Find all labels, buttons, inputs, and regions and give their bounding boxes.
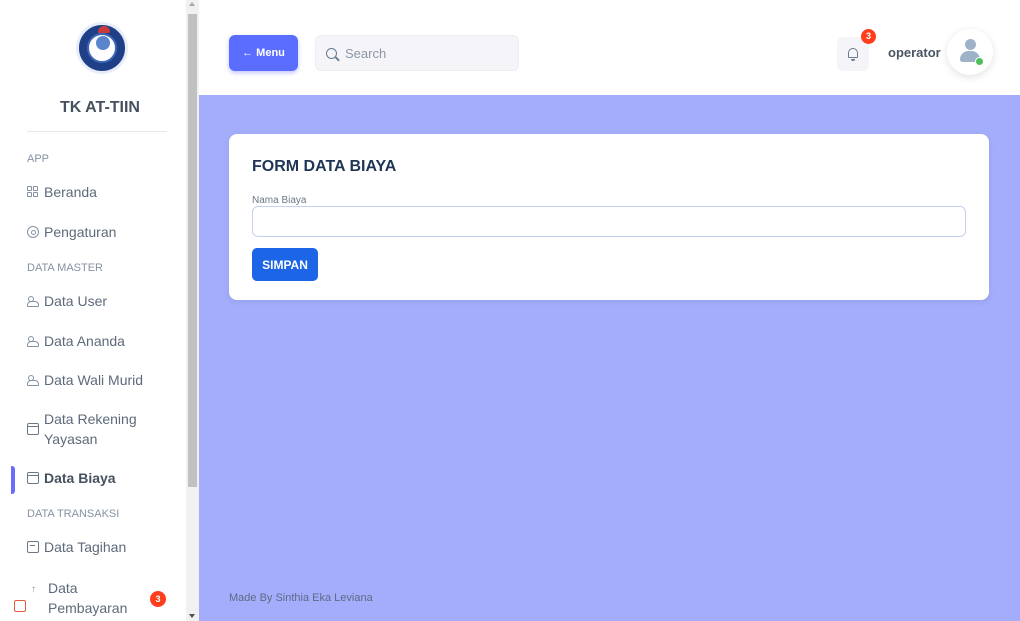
card-icon	[27, 423, 39, 435]
sidebar-item-data-pembayaran[interactable]: Data Pembayaran	[48, 578, 127, 618]
sidebar-item-data-user[interactable]: Data User	[27, 293, 107, 309]
search-icon	[326, 47, 337, 59]
nama-biaya-label: Nama Biaya	[252, 195, 307, 206]
simpan-button[interactable]: SIMPAN	[252, 248, 318, 281]
search-input[interactable]	[345, 45, 495, 61]
user-icon	[965, 39, 976, 50]
sidebar-item-pengaturan[interactable]: Pengaturan	[27, 224, 116, 240]
scroll-down-arrow[interactable]	[189, 614, 195, 618]
section-header-data-transaksi: DATA TRANSAKSI	[27, 508, 120, 520]
form-card: FORM DATA BIAYA Nama Biaya SIMPAN	[229, 134, 989, 300]
label-line1: Data	[48, 580, 78, 596]
sidebar-item-beranda[interactable]: Beranda	[27, 184, 97, 200]
scroll-up-arrow[interactable]	[189, 2, 195, 6]
nama-biaya-input[interactable]	[252, 206, 966, 237]
sidebar-item-data-ananda[interactable]: Data Ananda	[27, 333, 125, 349]
section-header-app: APP	[27, 153, 50, 165]
laravel-icon	[14, 600, 26, 612]
sidebar-item-data-biaya[interactable]: Data Biaya	[27, 470, 116, 486]
main-content: FORM DATA BIAYA Nama Biaya SIMPAN Made B…	[199, 95, 1020, 621]
sidebar-item-label: Data User	[44, 293, 108, 309]
sidebar-item-label: Beranda	[44, 184, 97, 200]
sidebar-item-label: Pengaturan	[44, 224, 117, 240]
sidebar: TK AT-TIIN APP Beranda Pengaturan DATA M…	[0, 0, 186, 621]
sidebar-item-data-tagihan[interactable]: Data Tagihan	[27, 539, 126, 555]
brand-name: TK AT-TIIN	[60, 99, 140, 116]
bell-icon	[848, 48, 858, 61]
notification-badge: 3	[861, 29, 876, 44]
label-line2: Yayasan	[44, 431, 98, 447]
users-icon	[27, 374, 39, 386]
username[interactable]: operator	[888, 45, 941, 60]
form-title: FORM DATA BIAYA	[252, 158, 397, 175]
card-icon	[27, 472, 39, 484]
sidebar-item-data-rekening-yayasan[interactable]: Data Rekening Yayasan	[27, 409, 137, 449]
menu-button[interactable]: ← Menu	[229, 35, 298, 71]
footer-credit: Made By Sinthia Eka Leviana	[229, 592, 373, 604]
users-icon	[27, 335, 39, 347]
divider	[27, 131, 167, 132]
label-line2: Pembayaran	[48, 600, 128, 616]
sidebar-item-label: Data Ananda	[44, 333, 125, 349]
brand[interactable]: TK AT-TIIN	[0, 0, 186, 130]
section-header-data-master: DATA MASTER	[27, 262, 103, 274]
sidebar-item-label: Data Wali Murid	[44, 372, 144, 388]
sidebar-item-label: Data Tagihan	[44, 539, 127, 555]
arrow-up-icon: ↑	[31, 584, 36, 595]
sidebar-item-data-wali-murid[interactable]: Data Wali Murid	[27, 372, 143, 388]
school-logo	[76, 22, 128, 74]
pembayaran-count-badge: 3	[150, 591, 166, 607]
search-box[interactable]	[315, 35, 519, 71]
scroll-thumb[interactable]	[188, 14, 197, 487]
top-navbar: ← Menu 3 operator	[199, 0, 1020, 95]
users-icon	[27, 295, 39, 307]
online-status-dot	[975, 57, 984, 66]
sidebar-item-label: Data Pembayaran	[48, 578, 127, 618]
calendar-icon	[27, 541, 39, 553]
grid-icon	[27, 186, 39, 198]
gear-icon	[27, 226, 39, 238]
label-line1: Data Rekening	[44, 411, 137, 427]
sidebar-item-label: Data Rekening Yayasan	[44, 409, 137, 449]
active-indicator	[11, 466, 15, 494]
sidebar-scrollbar[interactable]	[186, 0, 199, 621]
sidebar-item-label: Data Biaya	[44, 470, 116, 486]
avatar[interactable]	[947, 29, 993, 75]
